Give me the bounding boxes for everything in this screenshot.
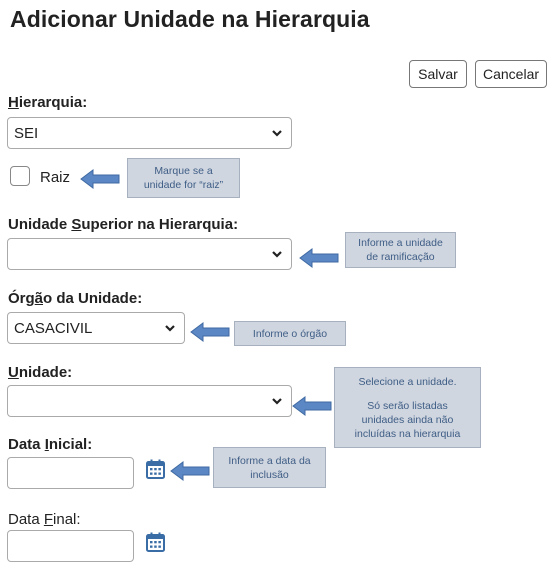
calendar-icon[interactable] [146, 532, 165, 552]
orgao-callout: Informe o órgão [234, 321, 346, 346]
unidade-select[interactable] [7, 385, 292, 417]
chevron-down-icon [272, 398, 282, 405]
data-final-input[interactable] [7, 530, 134, 562]
chevron-down-icon [272, 130, 282, 137]
arrow-left-icon [292, 396, 332, 416]
unidade-superior-label: Unidade Superior na Hierarquia: [8, 216, 239, 233]
orgao-select[interactable]: CASACIVIL [7, 312, 185, 344]
raiz-label: Raiz [40, 169, 71, 186]
data-inicial-input[interactable] [7, 457, 134, 489]
raiz-callout: Marque se a unidade for “raiz” [127, 158, 240, 198]
unidade-superior-select[interactable] [7, 238, 292, 270]
data-inicial-callout: Informe a data da inclusão [213, 447, 326, 488]
chevron-down-icon [272, 251, 282, 258]
unidade-callout: Selecione a unidade. Só serão listadas u… [334, 367, 481, 448]
orgao-value: CASACIVIL [14, 319, 93, 337]
orgao-label: Órgão da Unidade: [8, 290, 143, 307]
calendar-icon[interactable] [146, 459, 165, 479]
hierarquia-label: Hierarquia: [8, 94, 88, 111]
arrow-left-icon [299, 248, 339, 268]
data-inicial-label: Data Inicial: [8, 436, 93, 453]
unidade-label: Unidade: [8, 364, 73, 381]
raiz-checkbox[interactable] [10, 166, 30, 186]
arrow-left-icon [190, 322, 230, 342]
data-final-label: Data Final: [8, 511, 81, 528]
hierarquia-select[interactable]: SEI [7, 117, 292, 149]
cancel-button[interactable]: Cancelar [475, 60, 547, 88]
unidade-superior-callout: Informe a unidade de ramificação [345, 232, 456, 268]
hierarquia-value: SEI [14, 124, 39, 142]
chevron-down-icon [165, 325, 175, 332]
arrow-left-icon [80, 169, 120, 189]
arrow-left-icon [170, 461, 210, 481]
save-button[interactable]: Salvar [409, 60, 467, 88]
page-title: Adicionar Unidade na Hierarquia [10, 6, 370, 32]
